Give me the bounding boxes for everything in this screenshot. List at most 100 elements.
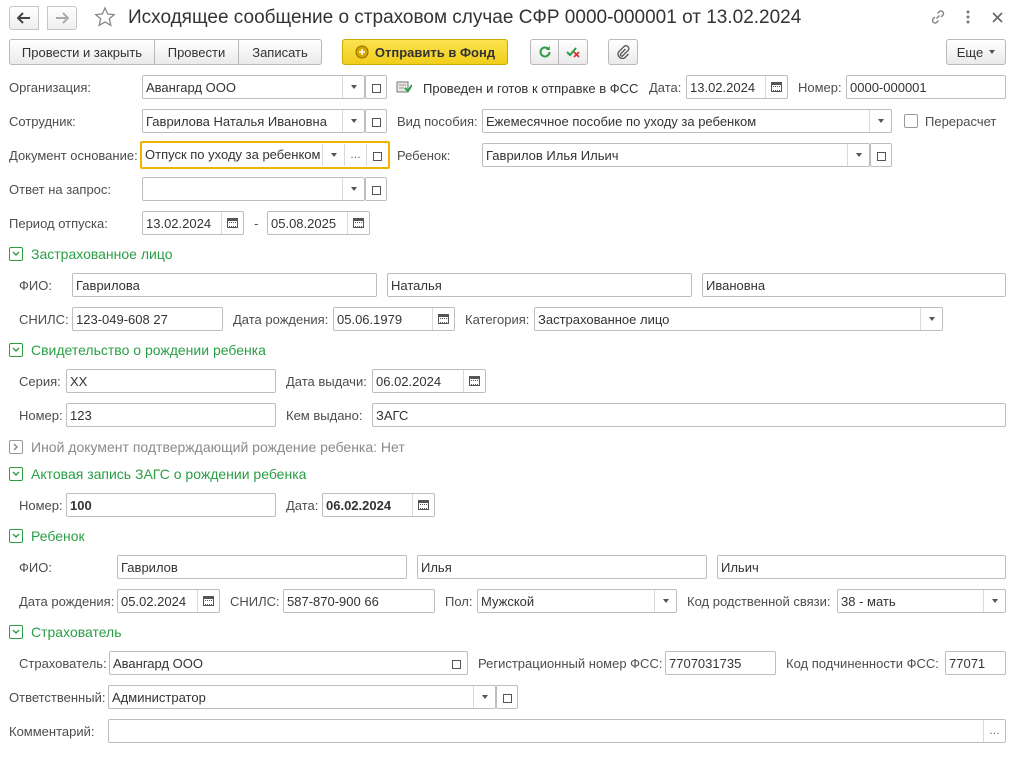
insured-dob-field[interactable]: 05.06.1979 [333, 307, 455, 331]
zags-date-calendar[interactable] [412, 494, 434, 516]
other-doc-section-header[interactable]: Иной документ подтверждающий рождение ре… [9, 439, 405, 455]
resp-open-button[interactable] [496, 685, 518, 709]
insurer-value: Авангард ООО [113, 656, 203, 671]
recalc-label: Перерасчет [925, 114, 997, 129]
zags-number-field[interactable]: 100 [66, 493, 276, 517]
org-dropdown[interactable] [342, 76, 364, 98]
send-coin-icon [355, 45, 369, 59]
basis-field[interactable]: Отпуск по уходу за ребенком … [140, 141, 390, 169]
more-button[interactable]: Еще [946, 39, 1006, 65]
insured-first-name-field[interactable]: Наталья [387, 273, 692, 297]
child-ref-label: Ребенок: [397, 148, 451, 163]
insurer-reg-field[interactable]: 7707031735 [665, 651, 776, 675]
favorite-star-icon[interactable] [94, 6, 116, 31]
insurer-field[interactable]: Авангард ООО [109, 651, 468, 675]
org-open-button[interactable] [365, 75, 387, 99]
child-sex-field[interactable]: Мужской [477, 589, 677, 613]
calendar-icon [771, 82, 782, 92]
child-snils-field[interactable]: 587-870-900 66 [283, 589, 435, 613]
period-from-value: 13.02.2024 [146, 216, 212, 231]
link-icon[interactable] [930, 9, 946, 28]
insured-dob: 05.06.1979 [337, 312, 403, 327]
close-icon[interactable] [992, 11, 1003, 26]
insured-middle-name-field[interactable]: Ивановна [702, 273, 1006, 297]
child-ref-field[interactable]: Гаврилов Илья Ильич [482, 143, 870, 167]
cert-issue-calendar[interactable] [463, 370, 485, 392]
child-ref-dropdown[interactable] [847, 144, 869, 166]
insured-snils-field[interactable]: 123-049-608 27 [72, 307, 223, 331]
employee-field[interactable]: Гаврилова Наталья Ивановна [142, 109, 365, 133]
child-first-name-field[interactable]: Илья [417, 555, 707, 579]
insured-category-field[interactable]: Застрахованное лицо [534, 307, 943, 331]
date-field[interactable]: 13.02.2024 [686, 75, 788, 99]
attach-button[interactable] [608, 39, 638, 65]
insured-last-name: Гаврилова [76, 278, 140, 293]
cert-number-field[interactable]: 123 [66, 403, 276, 427]
child-last-name-field[interactable]: Гаврилов [117, 555, 407, 579]
benefit-field[interactable]: Ежемесячное пособие по уходу за ребенком [482, 109, 892, 133]
period-from-calendar[interactable] [221, 212, 243, 234]
zags-date-field[interactable]: 06.02.2024 [322, 493, 435, 517]
comment-expand-button[interactable]: … [983, 720, 1005, 742]
recalc-checkbox[interactable] [904, 114, 918, 128]
insurer-section-header[interactable]: Страхователь [9, 624, 122, 640]
zags-section-header[interactable]: Актовая запись ЗАГС о рождении ребенка [9, 466, 306, 482]
more-vert-icon[interactable] [966, 9, 970, 28]
org-field[interactable]: Авангард ООО [142, 75, 365, 99]
post-and-close-button[interactable]: Провести и закрыть [9, 39, 155, 65]
cert-section-header[interactable]: Свидетельство о рождении ребенка [9, 342, 266, 358]
child-sex-dropdown[interactable] [654, 590, 676, 612]
resp-dropdown[interactable] [473, 686, 495, 708]
child-dob-field[interactable]: 05.02.2024 [117, 589, 220, 613]
benefit-dropdown[interactable] [869, 110, 891, 132]
insurer-label: Страхователь: [19, 656, 107, 671]
child-ref-open-button[interactable] [870, 143, 892, 167]
calendar-icon [438, 314, 449, 324]
child-dob-calendar[interactable] [197, 590, 219, 612]
collapse-icon [9, 625, 23, 639]
insured-section-header[interactable]: Застрахованное лицо [9, 246, 172, 262]
insurer-sub-field[interactable]: 77071 [945, 651, 1006, 675]
cert-by-field[interactable]: ЗАГС [372, 403, 1006, 427]
number-field[interactable]: 0000-000001 [846, 75, 1006, 99]
period-to-calendar[interactable] [347, 212, 369, 234]
resp-field[interactable]: Администратор [108, 685, 496, 709]
insured-category-dropdown[interactable] [920, 308, 942, 330]
back-button[interactable] [9, 6, 39, 30]
date-calendar-button[interactable] [765, 76, 787, 98]
child-middle-name-field[interactable]: Ильич [717, 555, 1006, 579]
chevron-down-icon [481, 695, 488, 699]
basis-open-button[interactable] [366, 144, 388, 166]
period-to-field[interactable]: 05.08.2025 [267, 211, 370, 235]
cancel-post-icon [566, 47, 580, 58]
cancel-posting-button[interactable] [558, 39, 588, 65]
zags-date: 06.02.2024 [326, 498, 392, 513]
insured-category-label: Категория: [465, 312, 530, 327]
insurer-open-button[interactable] [445, 652, 467, 674]
post-button[interactable]: Провести [154, 39, 239, 65]
forward-button[interactable] [47, 6, 77, 30]
child-fio-label: ФИО: [19, 560, 52, 575]
child-section-header[interactable]: Ребенок [9, 528, 85, 544]
save-button[interactable]: Записать [238, 39, 322, 65]
insured-dob-calendar[interactable] [432, 308, 454, 330]
basis-select-button[interactable]: … [344, 144, 366, 166]
reply-open-button[interactable] [365, 177, 387, 201]
reply-dropdown[interactable] [342, 178, 364, 200]
child-last-name: Гаврилов [121, 560, 178, 575]
employee-dropdown[interactable] [342, 110, 364, 132]
refresh-button[interactable] [530, 39, 559, 65]
reply-field[interactable] [142, 177, 365, 201]
date-value: 13.02.2024 [690, 80, 756, 95]
comment-field[interactable]: … [108, 719, 1006, 743]
send-to-fund-button[interactable]: Отправить в Фонд [342, 39, 508, 65]
cert-series-field[interactable]: XX [66, 369, 276, 393]
child-rel-field[interactable]: 38 - мать [837, 589, 1006, 613]
employee-open-button[interactable] [365, 109, 387, 133]
basis-dropdown[interactable] [322, 144, 344, 166]
child-rel-dropdown[interactable] [983, 590, 1005, 612]
insured-section-title: Застрахованное лицо [31, 246, 173, 262]
period-from-field[interactable]: 13.02.2024 [142, 211, 244, 235]
cert-issue-field[interactable]: 06.02.2024 [372, 369, 486, 393]
insured-last-name-field[interactable]: Гаврилова [72, 273, 377, 297]
